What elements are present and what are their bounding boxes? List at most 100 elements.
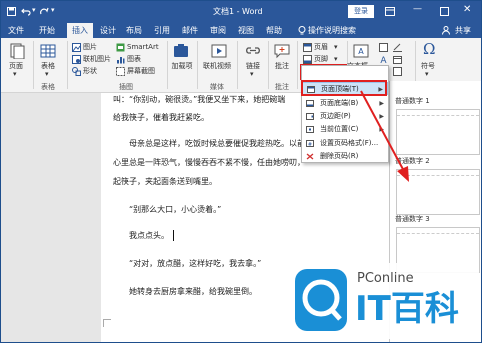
close-icon[interactable]: ✕ — [463, 4, 471, 15]
gallery-item-label: 普通数字 3 — [395, 215, 430, 223]
ribbon-separator — [237, 41, 238, 89]
svg-text:#: # — [308, 142, 312, 147]
shapes-icon[interactable] — [72, 67, 81, 76]
share-button[interactable]: 共享 — [452, 23, 474, 38]
menu-item-label: 页面底端(B) — [320, 99, 359, 107]
share-person-icon — [442, 26, 450, 35]
tab-layout[interactable]: 布局 — [123, 23, 145, 38]
link-icon[interactable] — [245, 43, 261, 59]
header-icon[interactable] — [303, 43, 312, 52]
signature-line-icon[interactable] — [393, 43, 402, 52]
undo-dropdown-icon[interactable]: ▾ — [32, 6, 36, 14]
tab-references[interactable]: 引用 — [151, 23, 173, 38]
group-label-media: 媒体 — [210, 83, 224, 91]
header-button[interactable]: 页眉 — [314, 43, 328, 52]
comment-icon[interactable] — [274, 43, 290, 59]
qat-dropdown-icon[interactable]: ▾ — [51, 6, 55, 14]
online-video-button[interactable]: 联机视频 — [203, 62, 231, 71]
text-cursor — [173, 230, 174, 241]
screenshot-button[interactable]: 屏幕截图 — [127, 67, 155, 76]
addins-button[interactable]: 加载项 — [171, 62, 193, 71]
shapes-button[interactable]: 形状 — [83, 67, 97, 76]
tab-home[interactable]: 开始 — [34, 23, 60, 38]
watermark-brand-big: IT百科 — [355, 289, 459, 329]
restore-icon[interactable] — [440, 7, 449, 16]
textbox-icon[interactable]: A — [353, 43, 369, 59]
link-dropdown-icon[interactable]: ▾ — [250, 70, 254, 79]
paragraph-line: 叫：“你别动，碗很烫。”我便又坐下来，她把碗端 — [113, 95, 286, 104]
tab-design[interactable]: 设计 — [97, 23, 119, 38]
chart-icon[interactable] — [116, 55, 125, 64]
paragraph-line: “对对，放点醋，这样好吃，我去拿。” — [129, 259, 262, 268]
comment-button[interactable]: 批注 — [275, 62, 289, 71]
online-pictures-button[interactable]: 联机图片 — [83, 55, 111, 64]
ribbon-separator — [167, 41, 168, 89]
ribbon-separator — [197, 41, 198, 89]
svg-text:A: A — [380, 56, 387, 64]
tab-mailings[interactable]: 邮件 — [179, 23, 201, 38]
ribbon-separator — [67, 41, 68, 89]
smartart-button[interactable]: SmartArt — [127, 43, 159, 52]
paragraph-line: 给我筷子，催着我赶紧吃。 — [113, 113, 209, 122]
word-window: ▾ ▾ 文档1 - Word 登录 — ✕ 文件 开始 插入 设计 布局 引用 … — [0, 0, 482, 343]
quick-parts-icon[interactable] — [379, 43, 388, 52]
tab-insert[interactable]: 插入 — [67, 23, 93, 38]
undo-icon[interactable] — [21, 7, 31, 16]
paragraph-line: 心里总是一阵恐气，慢慢吞吞不紧不慢，任由她唠叨， — [113, 158, 305, 167]
header-dropdown-icon[interactable]: ▾ — [334, 43, 338, 52]
page-margins-icon — [306, 113, 314, 120]
menu-item-label: 当前位置(C) — [320, 125, 359, 133]
paragraph-line: 母亲总是这样，吃饭时候总要催促我趁热吃。以前 — [129, 139, 305, 148]
ribbon-separator — [33, 41, 34, 89]
tab-file[interactable]: 文件 — [5, 23, 27, 38]
online-video-icon[interactable] — [211, 43, 227, 59]
date-time-icon[interactable] — [393, 55, 402, 64]
menu-item-label: 页边距(P) — [320, 112, 351, 120]
pages-dropdown-icon[interactable]: ▾ — [13, 70, 17, 79]
picture-button[interactable]: 图片 — [83, 43, 97, 52]
tab-view[interactable]: 视图 — [235, 23, 257, 38]
page-bottom-icon — [306, 100, 314, 107]
ribbon-display-icon[interactable] — [385, 7, 395, 16]
pconline-logo-icon — [295, 269, 347, 331]
tell-me-search[interactable]: 操作说明搜索 — [308, 23, 366, 38]
smartart-icon[interactable] — [116, 43, 125, 52]
wordart-icon[interactable]: A — [379, 55, 388, 64]
footer-dropdown-icon[interactable]: ▾ — [334, 55, 338, 64]
login-button[interactable]: 登录 — [348, 5, 374, 18]
symbol-icon[interactable]: Ω — [423, 40, 435, 58]
paragraph-line: 她转身去厨房拿来醋，给我碗里倒。 — [129, 287, 257, 296]
tab-help[interactable]: 帮助 — [263, 23, 285, 38]
minimize-icon[interactable]: — — [413, 4, 422, 14]
table-dropdown-icon[interactable]: ▾ — [45, 70, 49, 79]
addins-icon[interactable] — [173, 43, 189, 59]
table-icon[interactable] — [40, 43, 56, 59]
tab-review[interactable]: 审阅 — [207, 23, 229, 38]
screenshot-icon[interactable] — [116, 67, 125, 76]
ribbon-separator — [297, 41, 298, 89]
object-icon[interactable] — [393, 67, 402, 76]
group-label-comments: 批注 — [275, 83, 289, 91]
watermark-brand-small: PConline — [357, 271, 414, 286]
paragraph-line: “别那么大口，小心烫着。” — [129, 205, 222, 214]
symbol-dropdown-icon[interactable]: ▾ — [425, 70, 429, 79]
pages-icon[interactable] — [9, 43, 25, 59]
current-position-icon — [306, 126, 314, 133]
ribbon-tab-bar: 文件 开始 插入 设计 布局 引用 邮件 审阅 视图 帮助 操作说明搜索 共享 — [1, 23, 481, 38]
picture-icon[interactable] — [72, 43, 81, 52]
save-icon[interactable] — [7, 7, 16, 16]
margin-corner-mark — [103, 319, 111, 327]
title-bar: ▾ ▾ 文档1 - Word 登录 — ✕ — [1, 1, 481, 23]
footer-icon[interactable] — [303, 55, 312, 64]
group-label-tables: 表格 — [41, 83, 55, 91]
chart-button[interactable]: 图表 — [127, 55, 141, 64]
online-pictures-icon[interactable] — [72, 55, 81, 64]
document-title: 文档1 - Word — [213, 7, 263, 16]
paragraph-line: 我点点头。 — [129, 231, 169, 240]
footer-button[interactable]: 页脚 — [314, 55, 328, 64]
format-page-number-icon: # — [306, 140, 314, 147]
remove-page-number-icon — [306, 153, 314, 160]
red-arrow-annotation — [360, 90, 409, 182]
watermark: PConline IT百科 — [289, 263, 479, 339]
redo-icon[interactable] — [40, 7, 49, 16]
